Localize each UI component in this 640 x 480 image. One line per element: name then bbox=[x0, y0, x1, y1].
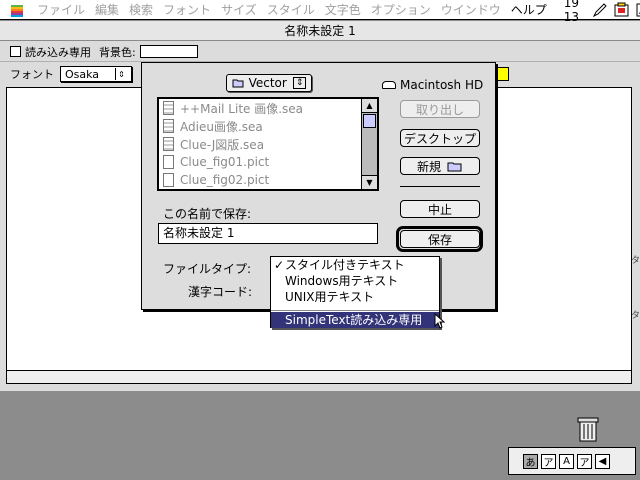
window-title[interactable]: 名称未設定 1 bbox=[0, 21, 640, 41]
file-list-items: ++Mail Lite 画像.sea Adieu画像.sea Clue-J図版.… bbox=[159, 99, 361, 189]
bgcolor-swatch[interactable] bbox=[139, 45, 198, 58]
file-list-scrollbar[interactable]: ▲ ▼ bbox=[361, 99, 377, 189]
trash-icon[interactable] bbox=[572, 413, 604, 445]
katakana-button[interactable]: ア bbox=[541, 453, 556, 469]
file-list-item[interactable]: Adieu画像.sea bbox=[159, 117, 361, 135]
bgcolor-label: 背景色: bbox=[99, 45, 136, 59]
updown-arrow-icon: ⇕ bbox=[115, 68, 127, 80]
file-name: Adieu画像.sea bbox=[180, 119, 263, 134]
palette-collapse-icon[interactable]: ◀ bbox=[595, 453, 610, 469]
menu-style[interactable]: スタイル bbox=[262, 1, 320, 18]
folder-popup-label: Vector bbox=[248, 76, 287, 90]
archive-file-icon bbox=[163, 101, 174, 115]
font-popup[interactable]: Osaka ⇕ bbox=[60, 66, 132, 82]
scroll-up-arrow-icon[interactable]: ▲ bbox=[362, 99, 377, 113]
input-method-palette: あ ア A ア ◀ bbox=[508, 447, 636, 475]
pict-file-icon bbox=[163, 155, 174, 169]
filetype-option-windows[interactable]: Windows用テキスト bbox=[271, 273, 439, 289]
disk-label: Macintosh HD bbox=[382, 78, 483, 92]
pencil-icon[interactable] bbox=[591, 2, 609, 18]
file-list[interactable]: ++Mail Lite 画像.sea Adieu画像.sea Clue-J図版.… bbox=[157, 97, 379, 191]
file-name: Clue_fig01.pict bbox=[180, 155, 270, 169]
file-list-item[interactable]: Clue_fig01.pict bbox=[159, 153, 361, 171]
file-list-item[interactable]: Clue-J図版.sea bbox=[159, 135, 361, 153]
file-name: Clue_fig02.pict bbox=[180, 173, 270, 187]
folder-icon bbox=[232, 79, 244, 88]
font-popup-value: Osaka bbox=[65, 67, 100, 81]
filetype-option-unix[interactable]: UNIX用テキスト bbox=[271, 289, 439, 305]
halfwidth-katakana-button[interactable]: ア bbox=[577, 453, 592, 469]
menu-edit[interactable]: 編集 bbox=[90, 1, 124, 18]
eject-button[interactable]: 取り出し bbox=[400, 100, 480, 118]
updown-arrow-icon: ⇕ bbox=[292, 77, 307, 89]
menu-window[interactable]: ウインドウ bbox=[436, 1, 506, 18]
apple-icon[interactable] bbox=[10, 3, 24, 17]
filetype-option-simpletext[interactable]: SimpleText読み込み専用 bbox=[271, 312, 439, 328]
checkmark-icon: ✓ bbox=[274, 258, 285, 272]
menu-size[interactable]: サイズ bbox=[216, 1, 262, 18]
archive-file-icon bbox=[163, 119, 174, 133]
save-as-label: この名前で保存: bbox=[163, 207, 252, 221]
font-label: フォント bbox=[10, 68, 54, 81]
readonly-label: 読み込み専用 bbox=[25, 45, 91, 59]
menu-option-label: スタイル付きテキスト bbox=[285, 258, 405, 272]
disk-name: Macintosh HD bbox=[400, 78, 484, 92]
menu-bar: ファイル 編集 検索 フォント サイズ スタイル 文字色 オプション ウインドウ… bbox=[0, 0, 640, 24]
cancel-button[interactable]: 中止 bbox=[400, 200, 480, 218]
save-button[interactable]: 保存 bbox=[400, 230, 480, 248]
menu-file[interactable]: ファイル bbox=[32, 1, 90, 18]
side-tab: タ bbox=[631, 311, 640, 321]
menubar-right: 19 13 A bbox=[552, 0, 640, 24]
dialog-separator bbox=[400, 186, 480, 187]
alphanumeric-button[interactable]: A bbox=[559, 453, 574, 469]
pict-file-icon bbox=[163, 173, 174, 187]
filetype-popup-menu: ✓ スタイル付きテキスト Windows用テキスト UNIX用テキスト Simp… bbox=[270, 256, 440, 328]
filename-input[interactable]: 名称未設定 1 bbox=[158, 223, 378, 244]
menu-options[interactable]: オプション bbox=[366, 1, 436, 18]
file-list-item[interactable]: Clue_fig02.pict bbox=[159, 171, 361, 189]
language-icon[interactable]: A bbox=[635, 2, 640, 18]
side-tab: タ bbox=[631, 256, 640, 266]
new-folder-button[interactable]: 新規 bbox=[400, 157, 480, 175]
menu-text-color[interactable]: 文字色 bbox=[320, 1, 366, 18]
hiragana-button[interactable]: あ bbox=[523, 453, 538, 469]
mouse-pointer-icon bbox=[434, 313, 446, 329]
new-folder-icon bbox=[447, 162, 462, 172]
readonly-checkbox[interactable] bbox=[10, 46, 21, 57]
clock[interactable]: 19 13 bbox=[552, 0, 589, 24]
document-toolbar: 読み込み専用 背景色: bbox=[0, 42, 640, 62]
text-color-swatch[interactable] bbox=[497, 67, 509, 81]
horizontal-scrollbar[interactable] bbox=[6, 370, 632, 384]
archive-file-icon bbox=[163, 137, 174, 151]
scroll-thumb[interactable] bbox=[363, 114, 376, 128]
filetype-label: ファイルタイプ: bbox=[163, 262, 252, 276]
folder-popup[interactable]: Vector ⇕ bbox=[226, 74, 312, 92]
menu-divider bbox=[271, 305, 439, 311]
kanji-code-label: 漢字コード: bbox=[188, 285, 253, 299]
file-list-item[interactable]: ++Mail Lite 画像.sea bbox=[159, 99, 361, 117]
menu-search[interactable]: 検索 bbox=[124, 1, 158, 18]
file-name: Clue-J図版.sea bbox=[180, 137, 265, 152]
filetype-option-styled[interactable]: ✓ スタイル付きテキスト bbox=[271, 257, 439, 273]
menu-font[interactable]: フォント bbox=[158, 1, 216, 18]
scroll-down-arrow-icon[interactable]: ▼ bbox=[362, 175, 377, 189]
application-icon[interactable] bbox=[613, 2, 631, 18]
file-name: ++Mail Lite 画像.sea bbox=[180, 101, 304, 116]
hard-disk-icon bbox=[382, 81, 396, 89]
new-folder-label: 新規 bbox=[416, 159, 441, 174]
menu-help[interactable]: ヘルプ bbox=[506, 1, 552, 18]
desktop-button[interactable]: デスクトップ bbox=[400, 129, 480, 147]
